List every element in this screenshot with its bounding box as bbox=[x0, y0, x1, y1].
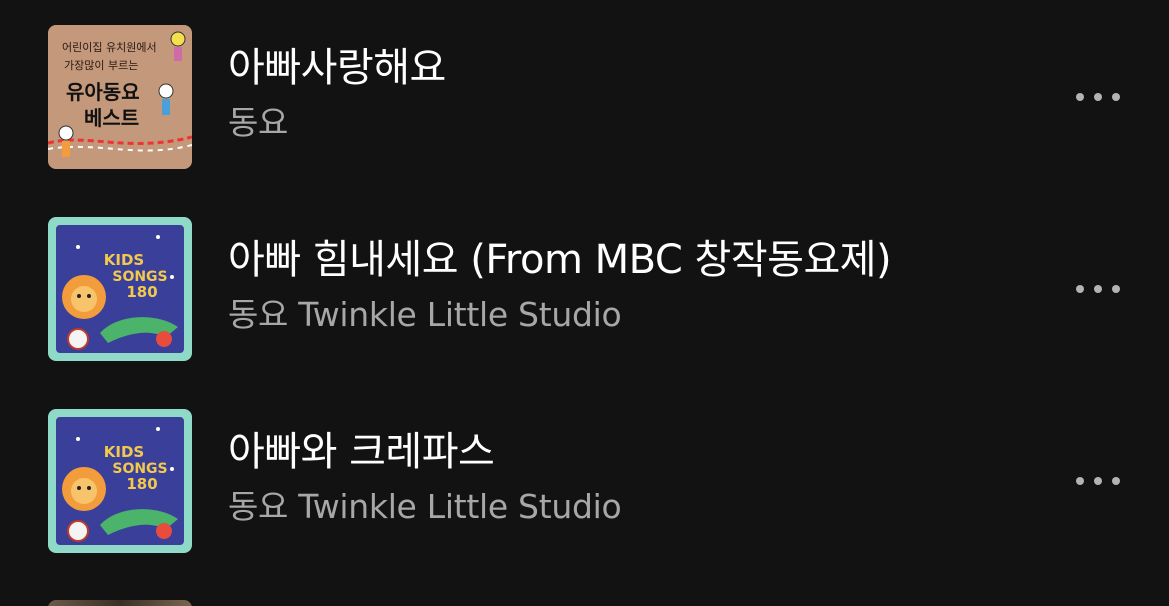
svg-text:KIDS: KIDS bbox=[104, 443, 144, 461]
more-options-button[interactable] bbox=[1066, 466, 1130, 496]
track-title[interactable]: 아빠 힘내세요 (From MBC 창작동요제) bbox=[228, 234, 892, 286]
more-horizontal-icon bbox=[1076, 285, 1084, 293]
album-art: KIDS SONGS 180 bbox=[48, 409, 192, 553]
track-row[interactable]: 어린이집 유치원에서 가장많이 부르는 유아동요 베스트 아빠사랑해요 동요 bbox=[0, 0, 1169, 192]
track-row[interactable]: KIDS SONGS 180 아빠 힘내세요 (From MBC 창작동요제) … bbox=[0, 192, 1169, 384]
svg-text:베스트: 베스트 bbox=[84, 106, 139, 130]
track-title[interactable]: 아빠사랑해요 bbox=[228, 42, 446, 94]
svg-text:어린이집 유치원에서: 어린이집 유치원에서 bbox=[62, 41, 157, 54]
more-options-button[interactable] bbox=[1066, 274, 1130, 304]
track-artist[interactable]: 동요 bbox=[228, 101, 288, 145]
album-art: KIDS SONGS 180 bbox=[48, 217, 192, 361]
svg-text:180: 180 bbox=[126, 283, 157, 301]
album-art-partial bbox=[48, 600, 192, 606]
svg-text:180: 180 bbox=[126, 475, 157, 493]
album-art-kids-songs-180-icon: KIDS SONGS 180 bbox=[48, 409, 192, 553]
track-title[interactable]: 아빠와 크레파스 bbox=[228, 426, 495, 478]
album-art-kids-best-icon: 어린이집 유치원에서 가장많이 부르는 유아동요 베스트 bbox=[48, 25, 192, 169]
track-artist[interactable]: 동요 Twinkle Little Studio bbox=[228, 293, 622, 337]
more-horizontal-icon bbox=[1076, 93, 1084, 101]
more-options-button[interactable] bbox=[1066, 82, 1130, 112]
album-art: 어린이집 유치원에서 가장많이 부르는 유아동요 베스트 bbox=[48, 25, 192, 169]
svg-text:가장많이 부르는: 가장많이 부르는 bbox=[64, 59, 138, 72]
album-art-kids-songs-180-icon: KIDS SONGS 180 bbox=[48, 217, 192, 361]
more-horizontal-icon bbox=[1076, 477, 1084, 485]
svg-text:유아동요: 유아동요 bbox=[66, 80, 140, 104]
track-artist[interactable]: 동요 Twinkle Little Studio bbox=[228, 485, 622, 529]
svg-text:KIDS: KIDS bbox=[104, 251, 144, 269]
track-row[interactable]: KIDS SONGS 180 아빠와 크레파스 동요 Twinkle Littl… bbox=[0, 384, 1169, 576]
